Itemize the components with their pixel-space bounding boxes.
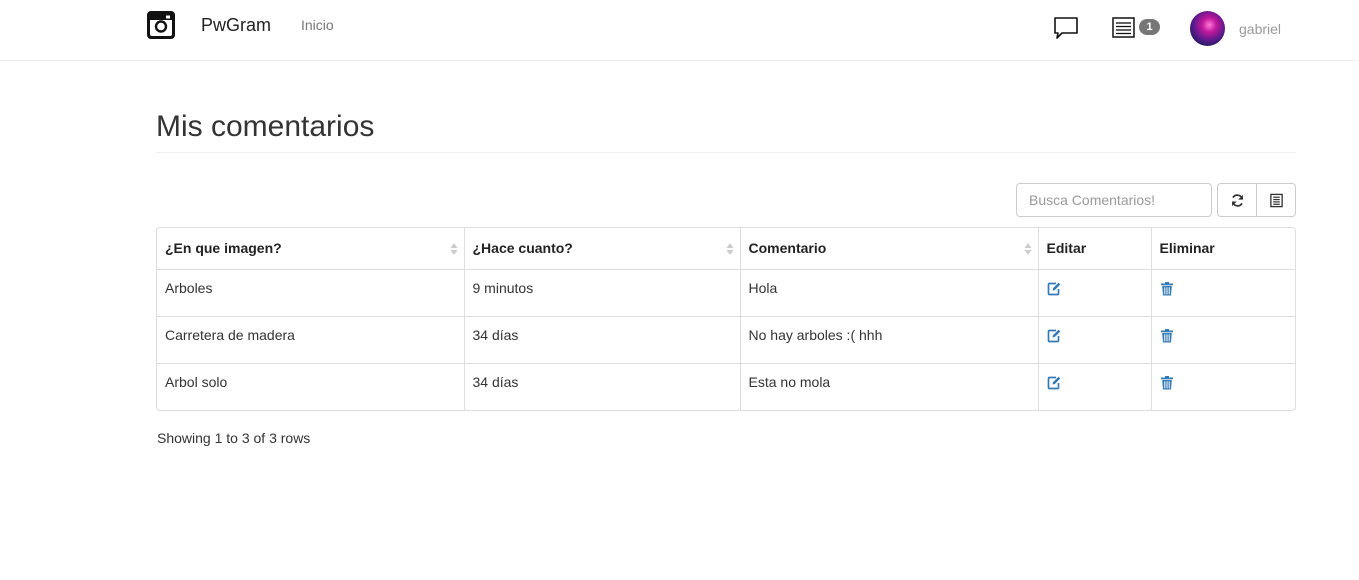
cell-hace: 34 días (463, 363, 740, 410)
sort-icon (726, 243, 733, 255)
cell-imagen: Carretera de madera (157, 316, 464, 364)
trash-icon[interactable] (1160, 281, 1174, 296)
cell-editar (1037, 269, 1151, 317)
nav-link-inicio[interactable]: Inicio (301, 17, 334, 33)
notifications-button[interactable]: 1 (1112, 17, 1162, 39)
table-row: Arboles 9 minutos Hola (157, 269, 1295, 317)
refresh-button[interactable] (1217, 183, 1257, 217)
column-header-editar: Editar (1037, 228, 1151, 270)
cell-eliminar (1150, 363, 1295, 410)
column-header-label: Comentario (748, 240, 827, 257)
cell-eliminar (1150, 316, 1295, 364)
navbar: PwGram Inicio 1 gabriel (0, 0, 1359, 61)
trash-icon[interactable] (1160, 375, 1174, 390)
sort-icon (450, 243, 457, 255)
pagination-info: Showing 1 to 3 of 3 rows (157, 430, 311, 446)
username[interactable]: gabriel (1239, 21, 1281, 37)
cell-hace: 34 días (463, 316, 740, 364)
edit-icon[interactable] (1047, 328, 1061, 343)
table-header-row: ¿En que imagen? ¿Hace cuanto? Comentario… (157, 228, 1295, 270)
cell-imagen: Arboles (157, 269, 464, 317)
column-header-imagen[interactable]: ¿En que imagen? (157, 228, 464, 270)
column-header-comentario[interactable]: Comentario (739, 228, 1038, 270)
cell-comentario: Hola (739, 269, 1038, 317)
brand-name[interactable]: PwGram (201, 15, 271, 35)
page-title: Mis comentarios (156, 110, 375, 143)
cell-imagen: Arbol solo (165, 373, 228, 390)
columns-button[interactable] (1256, 183, 1296, 217)
edit-icon[interactable] (1047, 375, 1061, 390)
list-icon (1112, 17, 1135, 38)
table-row: Arbol solo 34 días Esta no mola (157, 363, 1295, 410)
column-header-eliminar: Eliminar (1150, 228, 1295, 270)
cell-editar (1037, 363, 1151, 410)
table-row: Carretera de madera 34 días No hay arbol… (157, 316, 1295, 364)
comments-table: ¿En que imagen? ¿Hace cuanto? Comentario… (156, 227, 1296, 411)
column-header-hace[interactable]: ¿Hace cuanto? (463, 228, 740, 270)
column-header-label: ¿Hace cuanto? (472, 240, 573, 257)
chat-bubble-icon[interactable] (1053, 16, 1079, 40)
sort-icon (1024, 243, 1031, 255)
cell-comentario: Esta no mola (739, 363, 1038, 410)
column-header-label: Eliminar (1159, 240, 1215, 257)
title-divider (156, 152, 1296, 153)
columns-icon (1270, 193, 1283, 208)
notification-badge: 1 (1139, 19, 1160, 35)
cell-editar (1037, 316, 1151, 364)
search-input[interactable] (1016, 183, 1212, 217)
cell-comentario: No hay arboles :( hhh (739, 316, 1038, 364)
avatar[interactable] (1190, 11, 1225, 46)
cell-eliminar (1150, 269, 1295, 317)
trash-icon[interactable] (1160, 328, 1174, 343)
cell-hace: 9 minutos (463, 269, 740, 317)
column-header-label: ¿En que imagen? (165, 240, 282, 257)
refresh-icon (1231, 194, 1244, 207)
column-header-label: Editar (1046, 240, 1087, 257)
instagram-camera-icon[interactable] (146, 10, 176, 40)
edit-icon[interactable] (1047, 281, 1061, 296)
